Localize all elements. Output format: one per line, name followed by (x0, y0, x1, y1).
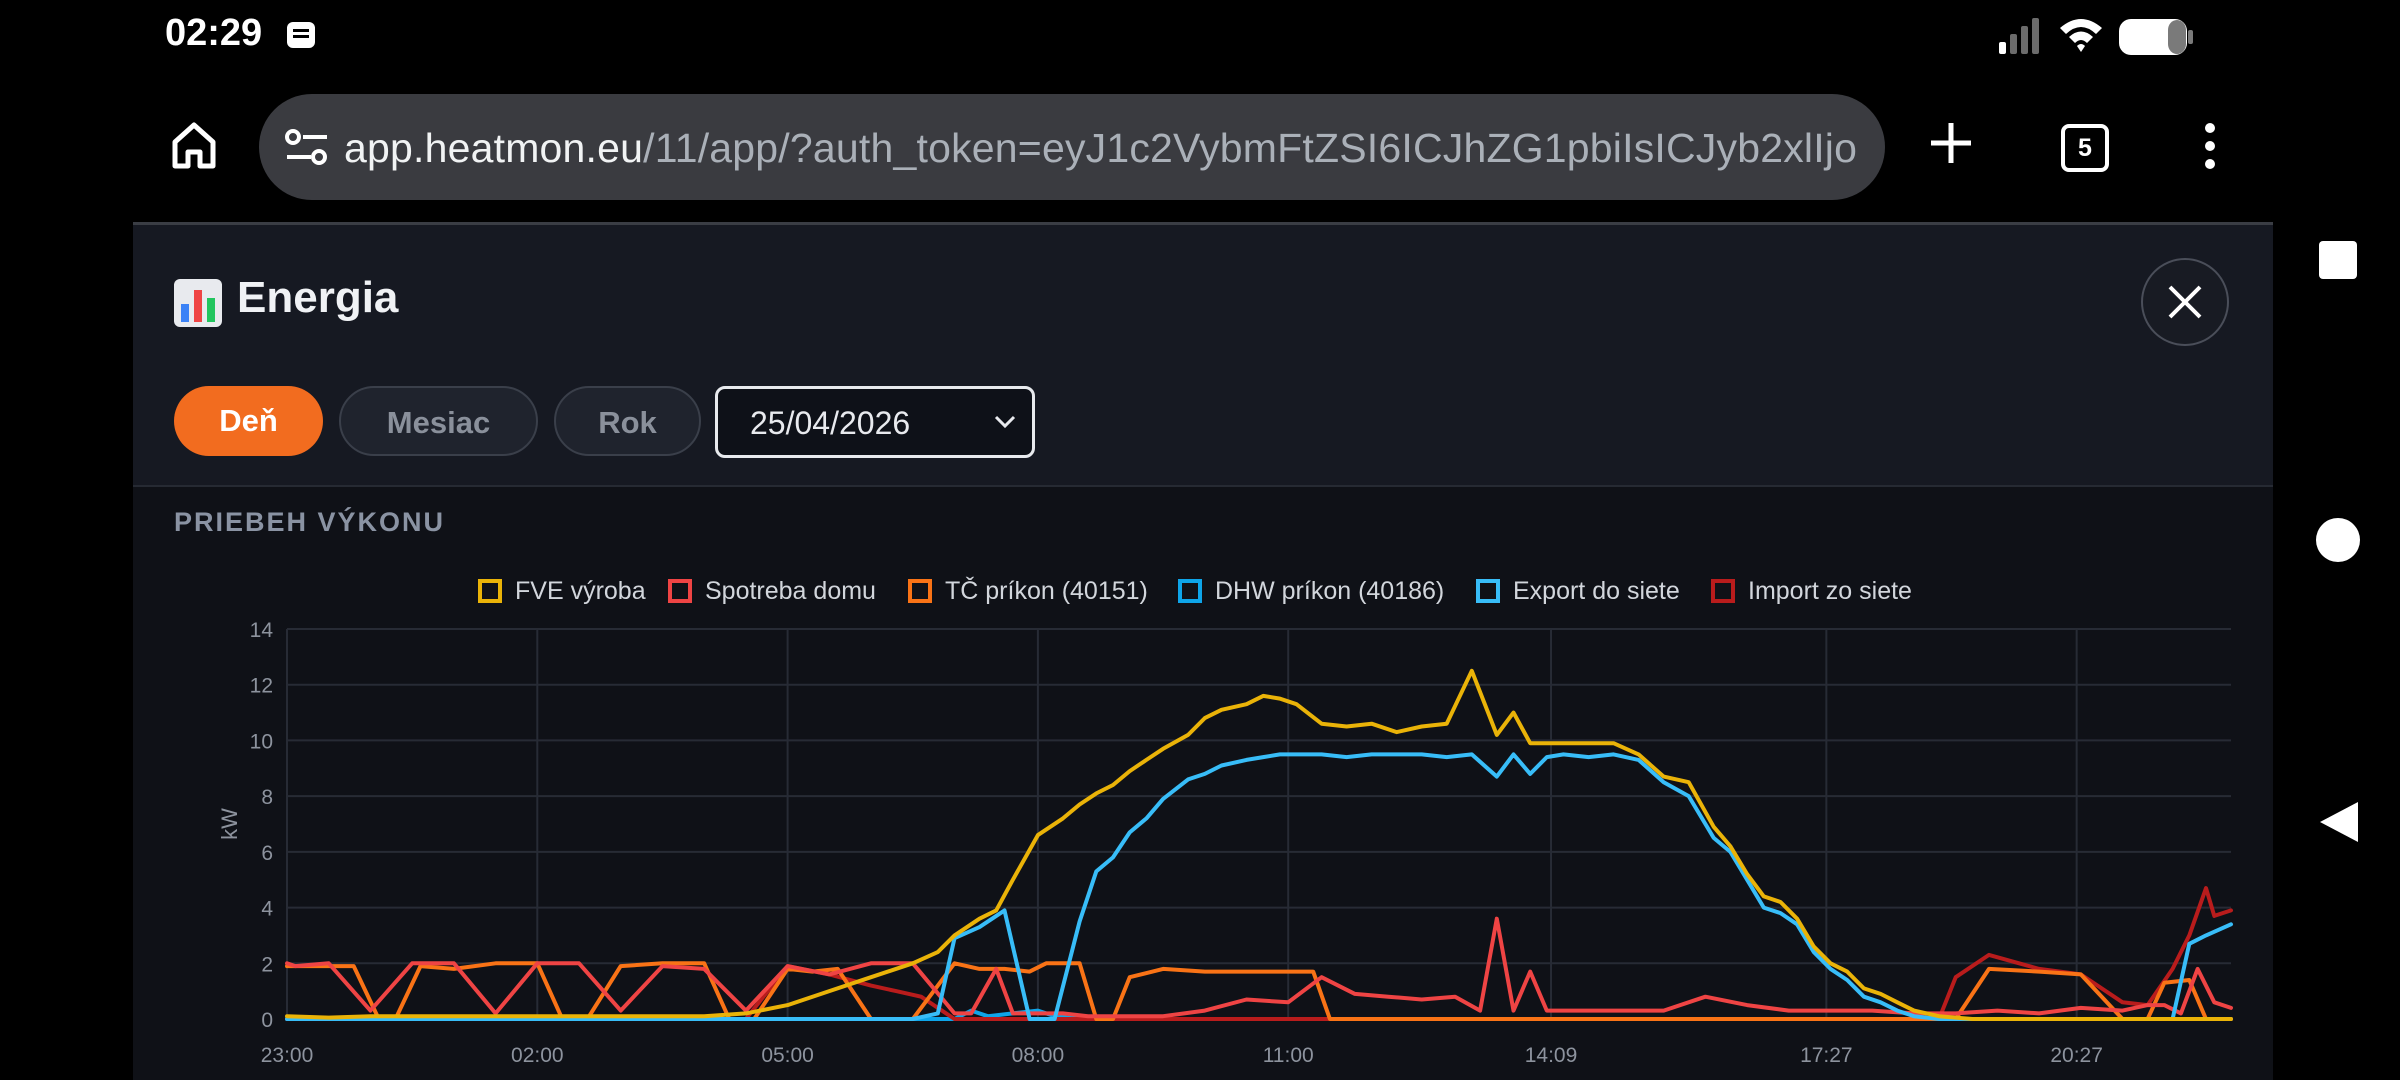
tab-day[interactable]: Deň (174, 386, 323, 456)
chevron-down-icon (994, 415, 1016, 429)
y-tick-label: 14 (250, 619, 274, 642)
y-tick-label: 4 (261, 898, 273, 921)
site-settings-icon[interactable] (285, 129, 329, 165)
series-line-4 (285, 752, 2233, 1021)
bar-chart-icon (174, 279, 222, 327)
x-tick-label: 23:00 (261, 1044, 314, 1067)
y-tick-label: 6 (261, 842, 273, 865)
energy-panel-header: Energia (133, 225, 2273, 387)
battery-icon (2119, 19, 2193, 55)
overview-nav-icon[interactable] (2318, 240, 2358, 280)
series-line-0 (285, 668, 2233, 1021)
y-axis-label: kW (217, 808, 242, 840)
home-nav-icon[interactable] (2315, 517, 2361, 563)
series-line-2 (285, 961, 2233, 1021)
date-value: 25/04/2026 (750, 405, 911, 441)
y-tick-label: 0 (261, 1009, 273, 1032)
close-icon (2168, 285, 2202, 319)
date-picker[interactable]: 25/04/2026 (715, 386, 1035, 458)
y-tick-label: 10 (250, 730, 273, 753)
status-time: 02:29 (165, 12, 263, 54)
power-chart[interactable]: 0 2 4 6 8 10 12 14 23:00 02:00 05:00 08:00 11:00 14:0… (133, 487, 2273, 1080)
panel-title: Energia (237, 273, 399, 322)
new-tab-icon[interactable] (1928, 120, 1974, 166)
back-nav-icon[interactable] (2318, 800, 2360, 844)
more-menu-icon[interactable] (2203, 122, 2217, 170)
address-bar[interactable]: app.heatmon.eu/11/app/?auth_token=eyJ1c2… (259, 94, 1885, 200)
cell-signal-icon (1999, 18, 2039, 54)
url-path: /11/app/?auth_token=eyJ1c2VybmFtZSI6ICJh… (643, 125, 1858, 171)
range-selector: Deň Mesiac Rok 25/04/2026 (133, 385, 2273, 487)
tab-switcher-button[interactable]: 5 (2061, 124, 2109, 172)
close-button[interactable] (2141, 258, 2229, 346)
series-line-1 (285, 916, 2233, 1019)
x-tick-label: 11:00 (1263, 1044, 1314, 1067)
sim-card-icon (287, 22, 315, 48)
y-tick-label: 8 (261, 786, 273, 809)
url-domain: app.heatmon.eu (344, 125, 644, 171)
x-tick-label: 05:00 (761, 1044, 814, 1067)
tab-year[interactable]: Rok (554, 386, 701, 456)
url-text[interactable]: app.heatmon.eu/11/app/?auth_token=eyJ1c2… (344, 125, 1874, 172)
x-tick-label: 02:00 (511, 1044, 564, 1067)
x-tick-label: 20:27 (2050, 1044, 2103, 1067)
status-bar: 02:29 (133, 0, 2273, 72)
y-tick-label: 2 (261, 953, 273, 976)
y-tick-label: 12 (250, 675, 273, 698)
home-icon[interactable] (171, 120, 217, 170)
browser-toolbar: app.heatmon.eu/11/app/?auth_token=eyJ1c2… (133, 72, 2273, 225)
tab-month[interactable]: Mesiac (339, 386, 538, 456)
x-tick-label: 14:09 (1525, 1044, 1578, 1067)
power-chart-section: PRIEBEH VÝKONU FVE výroba Spotreba domu … (133, 487, 2273, 1080)
wifi-icon (2060, 19, 2102, 52)
phone-screen: 02:29 app.heatmon.eu/11/app/?auth_token=… (133, 0, 2273, 1080)
x-tick-label: 17:27 (1800, 1044, 1853, 1067)
x-tick-label: 08:00 (1012, 1044, 1065, 1067)
